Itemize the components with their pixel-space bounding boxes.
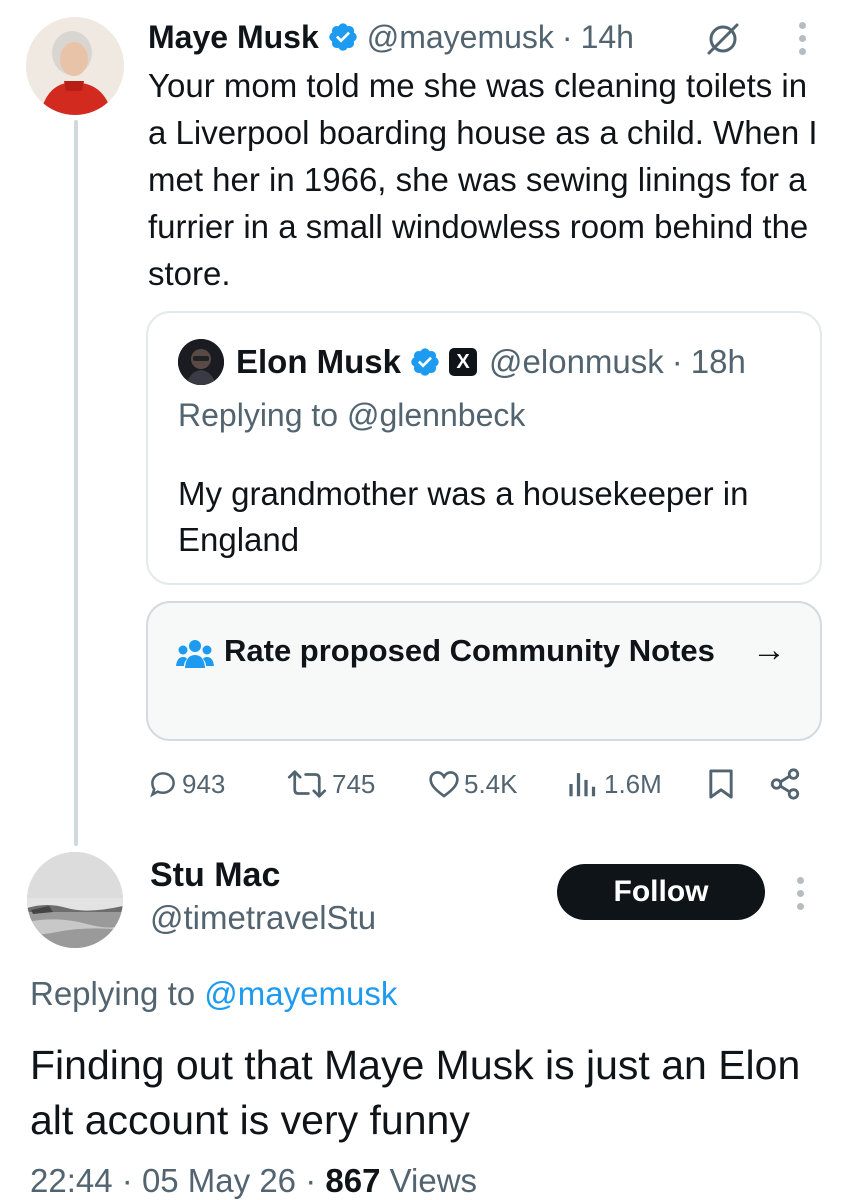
- tweet-header: Maye Musk @mayemusk · 14h: [148, 16, 634, 58]
- separator: ·: [121, 1162, 133, 1199]
- avatar[interactable]: [26, 17, 124, 115]
- like-button[interactable]: 5.4K: [428, 764, 518, 804]
- repost-count: 745: [332, 768, 376, 799]
- tweet-meta: 22:44 · 05 May 26 · 867 Views: [30, 1162, 477, 1200]
- tweet-time[interactable]: 14h: [581, 19, 634, 56]
- share-button[interactable]: [768, 764, 806, 804]
- arrow-right-icon: →: [752, 631, 786, 669]
- tweet-timestamp[interactable]: 22:44: [30, 1162, 113, 1199]
- quoted-tweet[interactable]: Elon Musk X @elonmusk · 18h Replying to …: [146, 311, 822, 585]
- verified-icon: [329, 23, 357, 51]
- reply-author-name[interactable]: Stu Mac: [150, 856, 280, 895]
- separator: ·: [561, 18, 573, 55]
- author-handle[interactable]: @mayemusk: [367, 19, 554, 56]
- quote-avatar: [178, 339, 224, 385]
- reply-count: 943: [182, 768, 226, 799]
- x-logo-icon: X: [449, 348, 478, 376]
- reply-icon: [150, 772, 175, 798]
- replying-to: Replying to @mayemusk: [30, 975, 397, 1013]
- more-icon[interactable]: [796, 22, 808, 55]
- quote-author-name: Elon Musk: [236, 343, 402, 380]
- reply-button[interactable]: 943: [148, 764, 225, 804]
- quote-time: 18h: [690, 343, 746, 380]
- follow-button[interactable]: Follow: [557, 864, 765, 920]
- views-label: Views: [389, 1162, 478, 1199]
- views-total: 867: [325, 1162, 381, 1199]
- share-icon: [770, 768, 800, 800]
- avatar-image: [27, 852, 123, 948]
- quote-text: My grandmother was a housekeeper in Engl…: [178, 475, 749, 558]
- reply-author-handle[interactable]: @timetravelStu: [150, 899, 376, 937]
- community-notes-icon: [176, 640, 214, 668]
- views-count: 1.6M: [604, 768, 662, 799]
- avatar[interactable]: [27, 852, 123, 948]
- quote-header: Elon Musk X @elonmusk · 18h: [178, 339, 746, 385]
- community-notes-button[interactable]: Rate proposed Community Notes →: [146, 601, 822, 741]
- verified-icon: [411, 348, 439, 376]
- repost-button[interactable]: 745: [286, 764, 375, 804]
- repost-icon: [287, 770, 327, 798]
- views-icon: [569, 773, 596, 797]
- like-count: 5.4K: [464, 768, 518, 799]
- separator: ·: [305, 1162, 317, 1199]
- author-name[interactable]: Maye Musk: [148, 19, 319, 56]
- replying-to-mention[interactable]: @mayemusk: [204, 975, 397, 1012]
- avatar-image: [26, 17, 124, 115]
- views-button[interactable]: 1.6M: [566, 764, 662, 804]
- tweet-date[interactable]: 05 May 26: [142, 1162, 296, 1199]
- quote-replying-to: Replying to @glennbeck: [178, 397, 526, 433]
- quote-author-handle: @elonmusk: [489, 343, 664, 380]
- bookmark-button[interactable]: [706, 764, 740, 804]
- separator: ·: [671, 343, 683, 380]
- thread-line: [74, 120, 78, 846]
- like-icon: [429, 771, 459, 798]
- replying-to-label: Replying to: [30, 975, 196, 1012]
- more-icon[interactable]: [794, 877, 806, 910]
- community-notes-label: Rate proposed Community Notes: [224, 633, 715, 668]
- bookmark-icon: [709, 769, 733, 799]
- reply-text: Finding out that Maye Musk is just an El…: [30, 1042, 801, 1143]
- grok-icon[interactable]: [704, 20, 742, 58]
- tweet-text: Your mom told me she was cleaning toilet…: [148, 67, 818, 292]
